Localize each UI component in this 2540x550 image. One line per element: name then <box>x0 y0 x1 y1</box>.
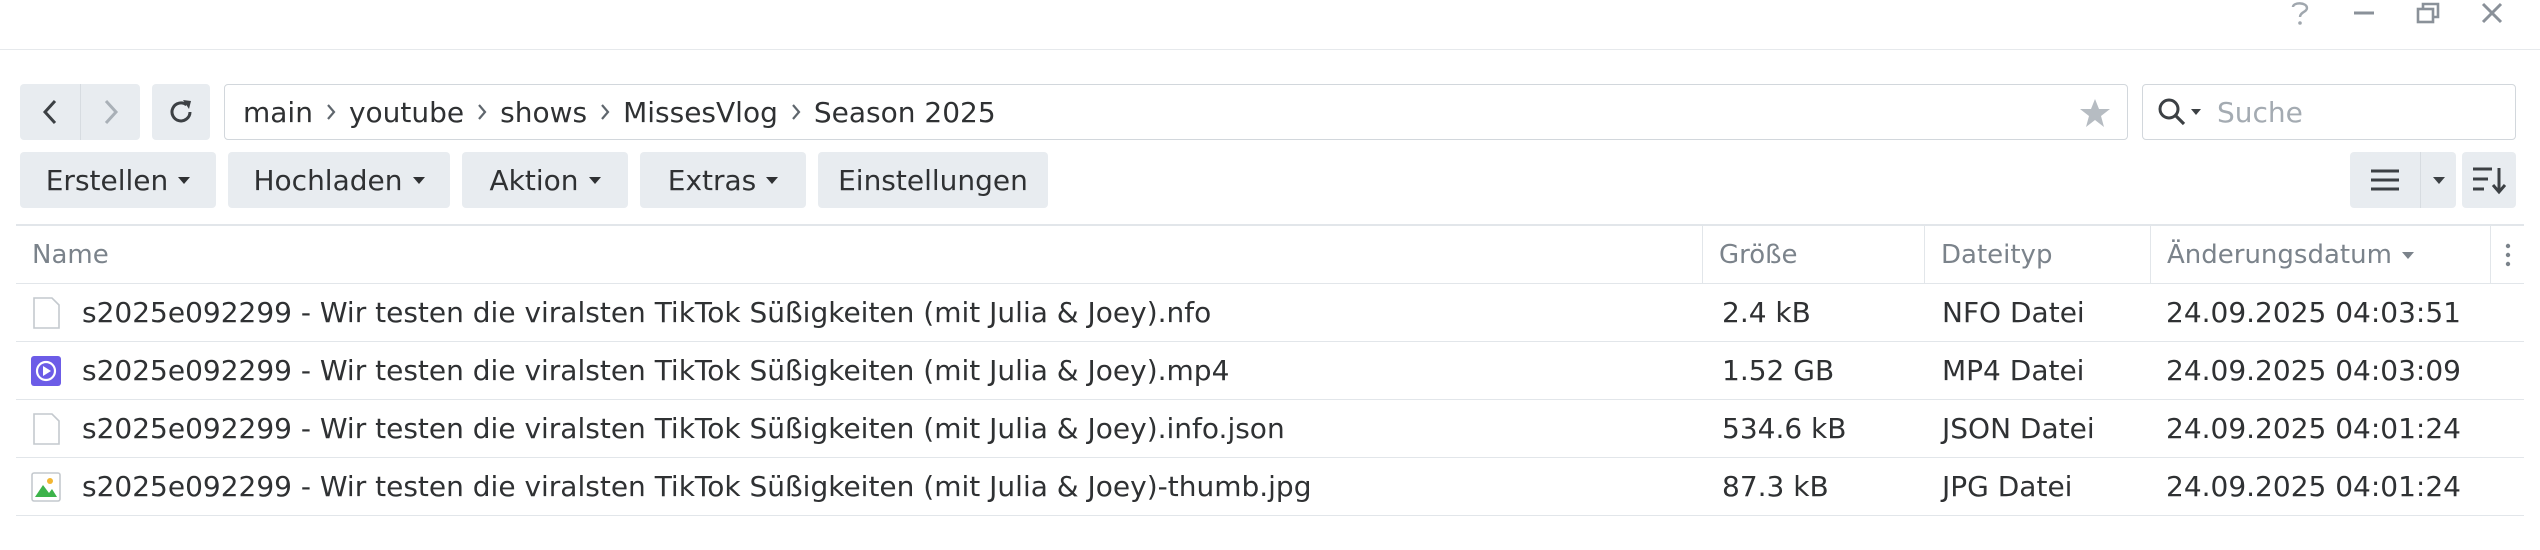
list-view-icon <box>2371 169 2399 191</box>
table-row[interactable]: s2025e092299 - Wir testen die viralsten … <box>16 284 2524 342</box>
view-mode-dropdown[interactable] <box>2420 152 2456 208</box>
breadcrumb-shows[interactable]: shows <box>500 96 587 129</box>
sort-button[interactable] <box>2462 152 2516 208</box>
table-row[interactable]: s2025e092299 - Wir testen die viralsten … <box>16 400 2524 458</box>
column-type-label: Dateityp <box>1941 240 2053 270</box>
chevron-right-icon <box>325 102 337 122</box>
chevron-left-icon <box>42 99 57 125</box>
file-type: JSON Datei <box>1942 412 2095 445</box>
create-button[interactable]: Erstellen <box>20 152 216 208</box>
document-icon <box>30 400 62 457</box>
file-name: s2025e092299 - Wir testen die viralsten … <box>82 412 1285 445</box>
create-label: Erstellen <box>45 163 169 197</box>
column-modified-label: Änderungsdatum <box>2167 240 2392 270</box>
file-type: MP4 Datei <box>1942 354 2085 387</box>
action-label: Aktion <box>489 163 579 197</box>
caret-down-icon <box>588 176 601 184</box>
view-mode-group <box>2350 152 2456 208</box>
refresh-button[interactable] <box>152 84 210 140</box>
refresh-icon <box>170 100 192 123</box>
file-size: 534.6 kB <box>1722 412 1847 445</box>
chevron-right-icon <box>476 102 488 122</box>
caret-down-icon <box>766 176 779 184</box>
caret-down-icon <box>2432 176 2445 184</box>
breadcrumb-season[interactable]: Season 2025 <box>814 96 996 129</box>
search-input[interactable] <box>2215 94 2465 130</box>
extras-label: Extras <box>667 163 757 197</box>
file-size: 2.4 kB <box>1722 296 1811 329</box>
chevron-right-icon <box>599 102 611 122</box>
minimize-icon[interactable] <box>2344 0 2384 26</box>
column-size-label: Größe <box>1719 240 1798 270</box>
file-modified: 24.09.2025 04:01:24 <box>2166 412 2461 445</box>
column-header-size[interactable]: Größe <box>1702 226 1924 284</box>
caret-down-icon <box>178 176 191 184</box>
settings-button[interactable]: Einstellungen <box>818 152 1048 208</box>
path-bar[interactable]: main youtube shows MissesVlog Season 202… <box>224 84 2128 140</box>
window-titlebar <box>0 0 2540 50</box>
file-type: JPG Datei <box>1942 470 2073 503</box>
file-modified: 24.09.2025 04:01:24 <box>2166 470 2461 503</box>
more-vertical-icon <box>2505 243 2510 267</box>
column-menu-button[interactable] <box>2490 226 2524 284</box>
video-icon <box>30 342 62 399</box>
upload-label: Hochladen <box>253 163 403 197</box>
file-name: s2025e092299 - Wir testen die viralsten … <box>82 354 1230 387</box>
search-box[interactable] <box>2142 84 2516 140</box>
file-modified: 24.09.2025 04:03:51 <box>2166 296 2461 329</box>
search-options-caret-icon[interactable] <box>2191 109 2201 115</box>
table-header: Name Größe Dateityp Änderungsdatum <box>16 224 2524 284</box>
file-size: 1.52 GB <box>1722 354 1835 387</box>
help-icon[interactable] <box>2280 0 2320 26</box>
history-nav <box>20 84 140 140</box>
table-row[interactable]: s2025e092299 - Wir testen die viralsten … <box>16 342 2524 400</box>
breadcrumb-missesvlog[interactable]: MissesVlog <box>623 96 778 129</box>
list-view-button[interactable] <box>2350 152 2420 208</box>
settings-label: Einstellungen <box>838 163 1028 197</box>
sort-desc-icon <box>2401 251 2414 259</box>
image-icon <box>30 458 62 515</box>
file-size: 87.3 kB <box>1722 470 1829 503</box>
favorite-star-icon[interactable] <box>2079 97 2111 129</box>
column-name-label: Name <box>32 240 109 270</box>
file-name: s2025e092299 - Wir testen die viralsten … <box>82 296 1212 329</box>
file-table: Name Größe Dateityp Änderungsdatum s2025… <box>16 224 2524 516</box>
table-row[interactable]: s2025e092299 - Wir testen die viralsten … <box>16 458 2524 516</box>
upload-button[interactable]: Hochladen <box>228 152 450 208</box>
extras-button[interactable]: Extras <box>640 152 806 208</box>
forward-button[interactable] <box>80 84 140 140</box>
breadcrumb-youtube[interactable]: youtube <box>349 96 464 129</box>
column-header-name[interactable]: Name <box>16 226 1702 284</box>
back-button[interactable] <box>20 84 80 140</box>
document-icon <box>30 284 62 341</box>
chevron-right-icon <box>104 99 118 125</box>
column-header-modified[interactable]: Änderungsdatum <box>2150 226 2490 284</box>
action-button[interactable]: Aktion <box>462 152 628 208</box>
file-name: s2025e092299 - Wir testen die viralsten … <box>82 470 1312 503</box>
sort-icon <box>2473 167 2506 195</box>
chevron-right-icon <box>790 102 802 122</box>
search-icon[interactable] <box>2157 97 2187 127</box>
column-header-type[interactable]: Dateityp <box>1924 226 2150 284</box>
close-icon[interactable] <box>2472 0 2512 26</box>
caret-down-icon <box>412 176 425 184</box>
file-modified: 24.09.2025 04:03:09 <box>2166 354 2461 387</box>
file-type: NFO Datei <box>1942 296 2085 329</box>
restore-icon[interactable] <box>2408 0 2448 26</box>
breadcrumb-main[interactable]: main <box>243 96 313 129</box>
